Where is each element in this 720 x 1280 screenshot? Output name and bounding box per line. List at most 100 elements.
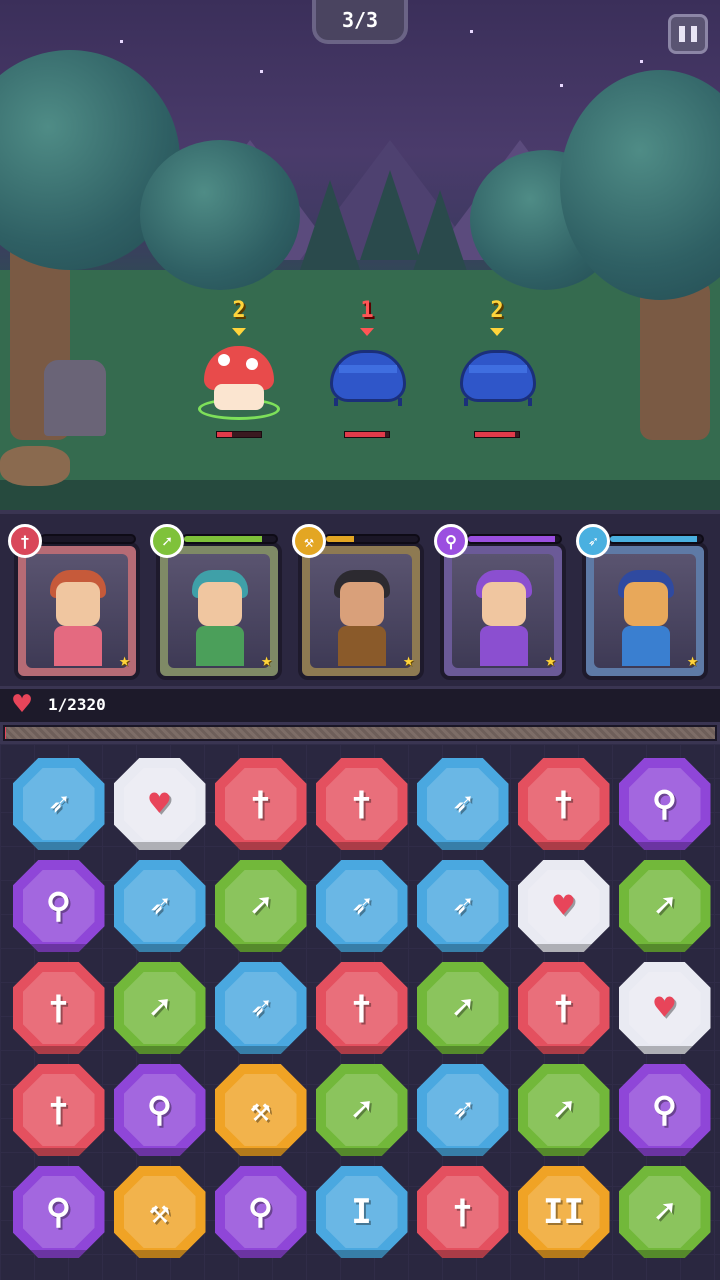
heart-icon: ♥ <box>149 784 170 824</box>
heart-icon: ♥ <box>654 988 675 1028</box>
gem-wand[interactable]: ⚲ <box>12 860 105 952</box>
sword-icon: † <box>48 988 69 1028</box>
hero-card-axe[interactable]: ⚒ ★ <box>292 524 424 680</box>
enemy-hp-bar <box>216 431 262 438</box>
enemy-turn-counter: 1 <box>360 298 374 323</box>
gem-bow[interactable]: ➶ <box>416 860 509 952</box>
gem-spear[interactable]: ➚ <box>517 1064 610 1156</box>
sword-icon: † <box>351 784 372 824</box>
hero-charge-fill <box>326 536 354 542</box>
board-cell: † <box>412 1166 513 1268</box>
pine-tree <box>300 180 360 270</box>
gem-wand[interactable]: ⚲ <box>214 1166 307 1258</box>
gem-wand[interactable]: ⚲ <box>12 1166 105 1258</box>
star-icon: ★ <box>119 650 130 671</box>
axe-icon: ⚒ <box>250 1090 271 1130</box>
hero-body <box>54 626 102 666</box>
gem-sword[interactable]: † <box>12 962 105 1054</box>
hero-face <box>198 582 242 626</box>
enemy-blue-beetle[interactable]: 1 <box>312 298 422 438</box>
gem-spear[interactable]: ➚ <box>416 962 509 1054</box>
gem-wand[interactable]: ⚲ <box>618 758 711 850</box>
board-cell: ➶ <box>412 860 513 962</box>
star-icon: ★ <box>403 650 414 671</box>
gem-heart[interactable]: ♥ <box>618 962 711 1054</box>
gem-spear[interactable]: ➚ <box>315 1064 408 1156</box>
party-hp-text: 1/2320 <box>48 695 106 714</box>
board-cell: ♥ <box>513 860 614 962</box>
gem-grid: ➶ ♥ † † ➶ † ⚲ ⚲ ➶ ➚ ➶ ➶ ♥ ➚ † ➚ ➶ † ➚ † ♥ † ⚲ ⚒ ➚ ➶ ➚ ⚲ ⚲ ⚒ ⚲ I † II ➚ <box>8 758 712 1268</box>
sword-icon: † <box>553 784 574 824</box>
sword-icon: † <box>452 1192 473 1232</box>
hero-card-bow[interactable]: ➶ ★ <box>576 524 708 680</box>
gem-bow[interactable]: ➶ <box>416 758 509 850</box>
wand-icon: ⚲ <box>46 886 71 926</box>
sky-star <box>470 30 473 33</box>
pause-button[interactable] <box>668 14 708 54</box>
gem-spear[interactable]: ➚ <box>618 1166 711 1258</box>
gem-sword[interactable]: † <box>12 1064 105 1156</box>
gem-sword[interactable]: † <box>315 962 408 1054</box>
tree-canopy <box>140 140 300 290</box>
gem-spear[interactable]: ➚ <box>214 860 307 952</box>
enemy-mushroom[interactable]: 2 <box>184 298 294 438</box>
gem-bow[interactable]: ➶ <box>113 860 206 952</box>
bow-icon: ➶ <box>48 784 69 824</box>
tree-trunk <box>640 280 710 440</box>
hero-charge-bar <box>324 534 420 544</box>
gem-heart[interactable]: ♥ <box>113 758 206 850</box>
hero-portrait <box>594 554 696 668</box>
spear-icon: ➚ <box>654 886 675 926</box>
gem-sword[interactable]: † <box>416 1166 509 1258</box>
hero-body <box>338 626 386 666</box>
gem-spear[interactable]: ➚ <box>113 962 206 1054</box>
hero-card-sword[interactable]: † ★ <box>8 524 140 680</box>
gem-bow[interactable]: ➶ <box>416 1064 509 1156</box>
gem-sword[interactable]: † <box>315 758 408 850</box>
bow-icon: ➶ <box>576 524 610 558</box>
gem-special-bow[interactable]: I <box>315 1166 408 1258</box>
board-cell: ⚒ <box>210 1064 311 1166</box>
board-cell: ➶ <box>210 962 311 1064</box>
spear-icon: ➚ <box>452 988 473 1028</box>
gem-axe[interactable]: ⚒ <box>214 1064 307 1156</box>
hero-card-wand[interactable]: ⚲ ★ <box>434 524 566 680</box>
gem-wand[interactable]: ⚲ <box>618 1064 711 1156</box>
wand-icon: ⚲ <box>147 1090 172 1130</box>
gem-sword[interactable]: † <box>517 962 610 1054</box>
enemy-hp-fill <box>345 432 385 437</box>
spear-icon: ➚ <box>149 988 170 1028</box>
gem-sword[interactable]: † <box>214 758 307 850</box>
axe-icon: ⚒ <box>149 1192 170 1232</box>
spear-icon: ➚ <box>150 524 184 558</box>
gem-heart[interactable]: ♥ <box>517 860 610 952</box>
star-icon: ★ <box>545 650 556 671</box>
board-cell: I <box>311 1166 412 1268</box>
board-cell: ⚲ <box>109 1064 210 1166</box>
board-cell: ⚒ <box>109 1166 210 1268</box>
spear-icon: ➚ <box>351 1090 372 1130</box>
sword-icon: † <box>250 784 271 824</box>
bow-icon: ➶ <box>452 784 473 824</box>
gem-bow[interactable]: ➶ <box>12 758 105 850</box>
gem-sword[interactable]: † <box>517 758 610 850</box>
hero-face <box>624 582 668 626</box>
gem-bow[interactable]: ➶ <box>214 962 307 1054</box>
gem-wand[interactable]: ⚲ <box>113 1064 206 1156</box>
board-cell: ➶ <box>412 1064 513 1166</box>
hero-charge-bar <box>466 534 562 544</box>
board-cell: ♥ <box>614 962 715 1064</box>
enemy-goggle-beetle[interactable]: 2 <box>442 298 552 438</box>
board-cell: † <box>311 758 412 860</box>
sword-icon: † <box>553 988 574 1028</box>
board-cell: † <box>210 758 311 860</box>
hero-card-spear[interactable]: ➚ ★ <box>150 524 282 680</box>
gem-special-axe[interactable]: II <box>517 1166 610 1258</box>
gem-axe[interactable]: ⚒ <box>113 1166 206 1258</box>
star-icon: ★ <box>261 650 272 671</box>
pause-icon <box>691 26 697 42</box>
gem-bow[interactable]: ➶ <box>315 860 408 952</box>
gem-spear[interactable]: ➚ <box>618 860 711 952</box>
spear-icon: ➚ <box>654 1192 675 1232</box>
mushroom-face <box>214 384 264 410</box>
